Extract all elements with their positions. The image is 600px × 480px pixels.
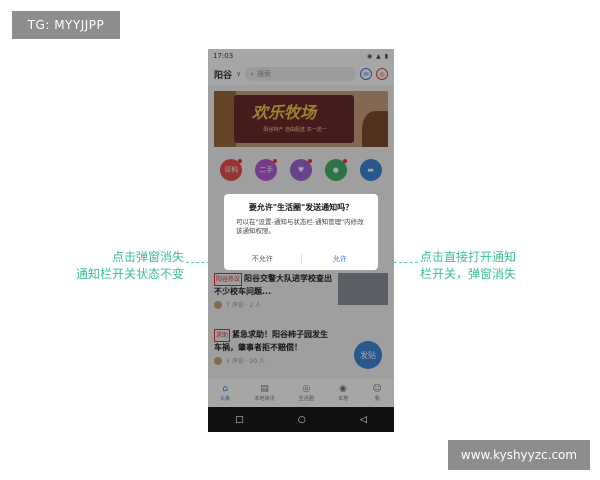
dialog-buttons: 不允许 允许 — [224, 250, 378, 268]
annotation-left-line1: 点击弹窗消失 — [111, 250, 184, 264]
system-nav-bar: □ ○ ◁ — [208, 407, 394, 432]
notification-permission-dialog: 要允许"生活圈"发送通知吗？ 可以在"设置-通知与状态栏-通知管理"内修改该通知… — [224, 194, 378, 270]
annotation-left-line2: 通知栏开关状态不变 — [75, 267, 184, 281]
back-icon[interactable]: ◁ — [360, 415, 367, 425]
phone-frame: 17:03 ◉ ▲ ▮ 阳谷 ∨ ⌕ 搜索 ✉ ◎ 欢乐牧场 阳谷特产 自由配送… — [208, 49, 394, 432]
annotation-left: 点击弹窗消失 通知栏开关状态不变 — [70, 249, 184, 283]
dialog-title: 要允许"生活圈"发送通知吗？ — [248, 203, 354, 212]
allow-button[interactable]: 允许 — [302, 254, 379, 264]
deny-button[interactable]: 不允许 — [224, 254, 301, 264]
annotation-right-line2: 栏开关，弹窗消失 — [420, 267, 517, 281]
phone-screen: 17:03 ◉ ▲ ▮ 阳谷 ∨ ⌕ 搜索 ✉ ◎ 欢乐牧场 阳谷特产 自由配送… — [208, 49, 394, 407]
home-button-icon[interactable]: ○ — [298, 415, 306, 425]
annotation-right-line1: 点击直接打开通知 — [420, 250, 517, 264]
watermark-bottom: www.kyshyyzc.com — [448, 440, 590, 470]
recent-apps-icon[interactable]: □ — [235, 415, 244, 425]
stage: TG: MYYJJPP www.kyshyyzc.com 点击弹窗消失 通知栏开… — [0, 0, 600, 480]
annotation-right: 点击直接打开通知 栏开关，弹窗消失 — [420, 249, 530, 283]
watermark-top: TG: MYYJJPP — [12, 11, 120, 39]
dialog-body: 可以在"设置-通知与状态栏-通知管理"内修改该通知权限。 — [236, 218, 364, 235]
